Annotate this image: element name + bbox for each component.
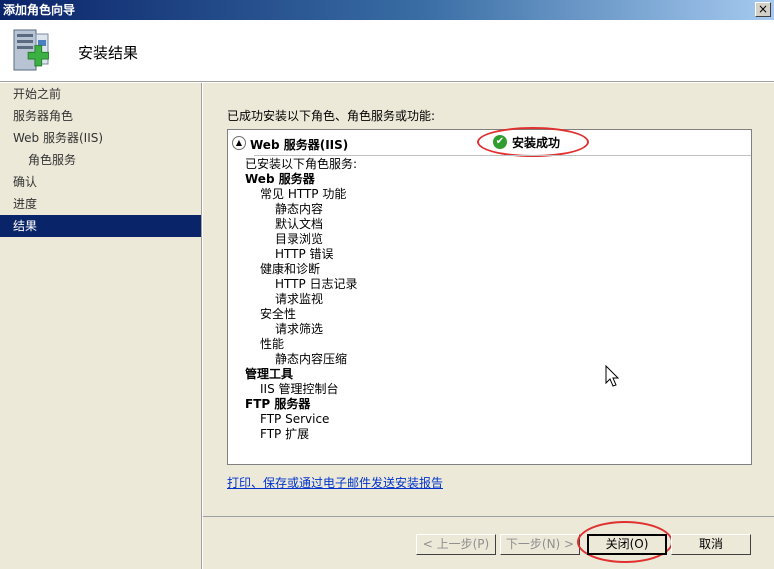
tree-line: 安全性 [260, 307, 297, 321]
result-box: ▲ Web 服务器(IIS) ✔ 安装成功 已安装以下角色服务: Web 服务器… [227, 127, 752, 465]
wizard-nav: 开始之前 服务器角色 Web 服务器(IIS) 角色服务 确认 进度 结果 [0, 83, 202, 569]
result-box-header: ▲ Web 服务器(IIS) ✔ 安装成功 [232, 127, 751, 157]
installed-services-tree: 已安装以下角色服务: Web 服务器 常见 HTTP 功能 静态内容 默认文档 … [245, 157, 358, 442]
intro-text: 已成功安装以下角色、角色服务或功能: [227, 109, 436, 123]
window-titlebar: 添加角色向导 × [0, 0, 774, 20]
tree-line: 默认文档 [275, 217, 324, 231]
tree-line: 静态内容压缩 [275, 352, 348, 366]
wizard-footer: < 上一步(P) 下一步(N) > 关闭(O) 取消 [203, 517, 774, 569]
mouse-cursor-icon [605, 365, 620, 387]
tree-line: HTTP 日志记录 [275, 277, 358, 291]
tree-line: 目录浏览 [275, 232, 324, 246]
nav-item-role-services[interactable]: 角色服务 [0, 149, 201, 171]
tree-line: 常见 HTTP 功能 [260, 187, 347, 201]
tree-line: FTP Service [260, 412, 330, 426]
tree-line: 请求监视 [275, 292, 324, 306]
tree-line: 已安装以下角色服务: [245, 157, 358, 171]
nav-item-progress[interactable]: 进度 [0, 193, 201, 215]
nav-item-before-you-begin[interactable]: 开始之前 [0, 83, 201, 105]
page-title: 安装结果 [78, 44, 139, 62]
close-button[interactable]: 关闭(O) [587, 534, 667, 555]
status-text: 安装成功 [512, 136, 561, 150]
nav-item-confirmation[interactable]: 确认 [0, 171, 201, 193]
tree-line: 健康和诊断 [260, 262, 321, 276]
collapse-icon[interactable]: ▲ [232, 136, 246, 150]
cancel-button[interactable]: 取消 [671, 534, 751, 555]
tree-line: 静态内容 [275, 202, 324, 216]
tree-line: 管理工具 [245, 367, 294, 381]
role-title: Web 服务器(IIS) [250, 138, 349, 152]
tree-line: FTP 扩展 [260, 427, 310, 441]
nav-item-web-server[interactable]: Web 服务器(IIS) [0, 127, 201, 149]
close-icon: × [757, 2, 769, 16]
nav-item-results[interactable]: 结果 [0, 215, 201, 237]
window-close-button[interactable]: × [755, 2, 771, 17]
status-highlight: ✔ 安装成功 [477, 127, 589, 157]
report-link[interactable]: 打印、保存或通过电子邮件发送安装报告 [227, 474, 443, 491]
main-panel: 已成功安装以下角色、角色服务或功能: ▲ Web 服务器(IIS) ✔ 安装成功… [203, 83, 774, 517]
tree-line: 性能 [260, 337, 285, 351]
success-check-icon: ✔ [493, 135, 507, 149]
tree-line: IIS 管理控制台 [260, 382, 339, 396]
tree-line: Web 服务器 [245, 172, 315, 186]
nav-item-server-roles[interactable]: 服务器角色 [0, 105, 201, 127]
tree-line: HTTP 错误 [275, 247, 334, 261]
next-button[interactable]: 下一步(N) > [500, 534, 580, 555]
window-title: 添加角色向导 [3, 3, 76, 17]
header-divider [254, 155, 751, 156]
wizard-header: 安装结果 [0, 20, 774, 82]
tree-line: 请求筛选 [275, 322, 324, 336]
tree-line: FTP 服务器 [245, 397, 311, 411]
prev-button[interactable]: < 上一步(P) [416, 534, 496, 555]
server-add-icon [13, 29, 49, 71]
